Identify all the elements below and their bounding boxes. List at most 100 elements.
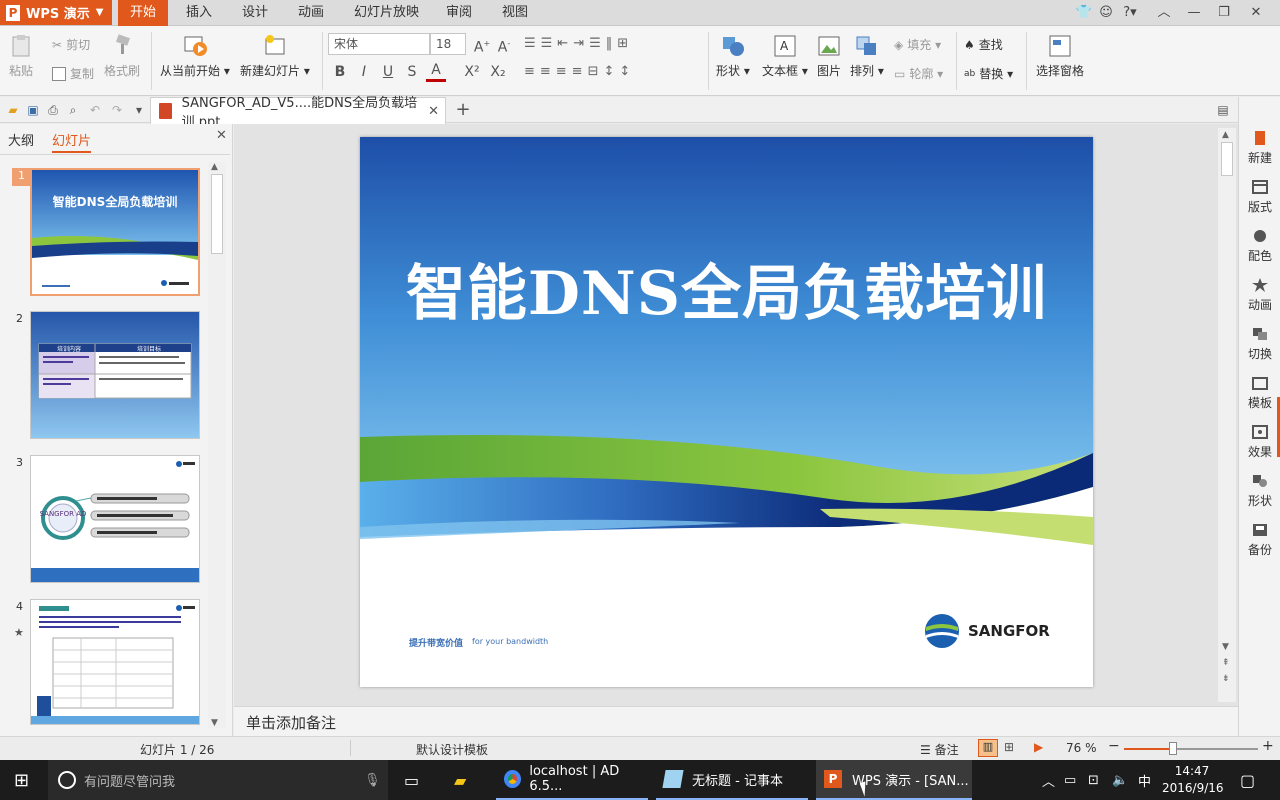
tab-slideshow[interactable]: 幻灯片放映	[342, 0, 431, 26]
taskbar-app-wps[interactable]: P WPS 演示 - [SAN...	[816, 760, 972, 800]
document-tab[interactable]: SANGFOR_AD_V5....能DNS全局负载培训.ppt ✕	[150, 96, 446, 130]
shadow-icon[interactable]: S	[402, 62, 422, 82]
slide-title[interactable]: 智能DNS全局负载培训	[360, 245, 1093, 332]
selection-pane-button[interactable]: 选择窗格	[1036, 34, 1084, 79]
next-slide-icon[interactable]: ⇟	[1222, 674, 1230, 684]
save-icon[interactable]: ▣	[24, 101, 42, 119]
cut-button[interactable]: ✂ 剪切	[52, 36, 90, 53]
wps-app-menu-button[interactable]: P WPS 演示 ▼	[0, 0, 112, 25]
panel-template-button[interactable]: 模板	[1239, 376, 1280, 411]
design-template-label[interactable]: 默认设计模板	[416, 741, 488, 758]
slide-thumbnail-1[interactable]: 智能DNS全局负载培训	[30, 168, 200, 296]
outline-button[interactable]: ▭ 轮廓 ▾	[894, 65, 943, 82]
current-slide[interactable]: 智能DNS全局负载培训 提升带宽价值 for your bandwidth SA…	[360, 137, 1093, 687]
undo-icon[interactable]: ↶	[86, 101, 104, 119]
zoom-in-icon[interactable]: +	[1262, 738, 1274, 754]
shrink-font-icon[interactable]: A-	[494, 34, 514, 56]
show-hidden-icons[interactable]: ︿	[1042, 760, 1055, 800]
taskbar-app-chrome[interactable]: localhost | AD 6.5...	[496, 760, 648, 800]
action-center-icon[interactable]: ▢	[1240, 760, 1255, 800]
grow-font-icon[interactable]: A+	[472, 34, 492, 56]
tab-design[interactable]: 设计	[230, 0, 280, 26]
replace-button[interactable]: ab 替换 ▾	[964, 65, 1013, 82]
tab-home[interactable]: 开始	[118, 0, 169, 26]
panel-effects-button[interactable]: 效果	[1239, 425, 1280, 460]
taskbar-app-notepad[interactable]: 无标题 - 记事本	[656, 760, 808, 800]
quick-access-dropdown-icon[interactable]: ▾	[130, 101, 148, 119]
collapse-ribbon-icon[interactable]: ︿	[1152, 2, 1176, 24]
superscript-icon[interactable]: X²	[462, 62, 482, 82]
picture-button[interactable]: 图片	[816, 34, 842, 79]
tab-review[interactable]: 审阅	[434, 0, 484, 26]
close-panel-icon[interactable]: ✕	[216, 128, 227, 143]
font-color-icon[interactable]: A	[426, 62, 446, 82]
slide-thumbnail-4[interactable]	[30, 599, 200, 725]
sorter-view-icon[interactable]: ⊞	[1004, 740, 1014, 754]
slide-thumbnail-3[interactable]: SANGFOR AD	[30, 455, 200, 583]
tab-outline[interactable]: 大纲	[8, 130, 34, 149]
tab-view[interactable]: 视图	[490, 0, 540, 26]
open-folder-icon[interactable]: ▰	[4, 101, 22, 119]
tab-animation[interactable]: 动画	[286, 0, 336, 26]
tab-slides[interactable]: 幻灯片	[52, 130, 92, 153]
tab-insert[interactable]: 插入	[174, 0, 224, 26]
play-from-current-button[interactable]: 从当前开始 ▾	[160, 34, 230, 79]
help-icon[interactable]: ?▾	[1118, 2, 1142, 24]
file-explorer-icon[interactable]: ▰	[454, 760, 466, 800]
paragraph-align-icons[interactable]: ≡≡≡≡⊟↕↕	[524, 64, 704, 82]
ime-indicator[interactable]: 中	[1138, 760, 1151, 800]
scroll-up-icon[interactable]: ▲	[211, 162, 218, 172]
zoom-slider-thumb[interactable]	[1169, 742, 1177, 755]
close-window-icon[interactable]: ✕	[1244, 2, 1268, 24]
scroll-thumb[interactable]	[1221, 142, 1233, 176]
slide-thumbnail-2[interactable]: 培训内容 培训目标	[30, 311, 200, 439]
microphone-icon[interactable]: 🎙	[364, 773, 381, 788]
font-name-select[interactable]: 宋体	[328, 33, 430, 55]
textbox-button[interactable]: A 文本框 ▾	[762, 34, 808, 79]
paragraph-list-icons[interactable]: ☰☰⇤⇥☰‖⊞	[524, 36, 704, 54]
print-icon[interactable]: ⎙	[44, 101, 62, 119]
taskbar-clock[interactable]: 14:47 2016/9/16	[1162, 763, 1224, 797]
normal-view-icon[interactable]: ▥	[978, 739, 998, 757]
bold-icon[interactable]: B	[330, 62, 350, 82]
slideshow-view-icon[interactable]: ▶	[1034, 740, 1043, 754]
copy-button[interactable]: 复制	[52, 65, 94, 82]
user-icon[interactable]: ☺	[1094, 2, 1118, 24]
skin-icon[interactable]: 👕	[1072, 2, 1096, 24]
font-size-select[interactable]: 18	[430, 33, 466, 55]
zoom-out-icon[interactable]: −	[1108, 738, 1120, 754]
panel-layout-button[interactable]: 版式	[1239, 180, 1280, 215]
close-tab-icon[interactable]: ✕	[428, 104, 439, 119]
redo-icon[interactable]: ↷	[108, 101, 126, 119]
canvas-scrollbar[interactable]: ▲ ▼ ⇞ ⇟	[1218, 128, 1236, 702]
panel-animation-button[interactable]: 动画	[1239, 278, 1280, 313]
scroll-down-icon[interactable]: ▼	[211, 718, 218, 728]
taskbar-search[interactable]: 有问题尽管问我 🎙	[48, 760, 388, 800]
panel-shape-button[interactable]: 形状	[1239, 474, 1280, 509]
arrange-button[interactable]: 排列 ▾	[850, 34, 884, 79]
scroll-thumb[interactable]	[211, 174, 223, 254]
task-view-icon[interactable]: ▭	[404, 760, 419, 800]
tab-list-icon[interactable]: ▤	[1214, 101, 1232, 119]
scroll-down-icon[interactable]: ▼	[1222, 642, 1229, 652]
shape-button[interactable]: 形状 ▾	[716, 34, 750, 79]
panel-transition-button[interactable]: 切换	[1239, 327, 1280, 362]
windows-start-icon[interactable]: ⊞	[14, 760, 29, 800]
underline-icon[interactable]: U	[378, 62, 398, 82]
panel-color-button[interactable]: 配色	[1239, 229, 1280, 264]
new-tab-icon[interactable]: +	[454, 101, 472, 119]
italic-icon[interactable]: I	[354, 62, 374, 82]
fill-button[interactable]: ◈ 填充 ▾	[894, 36, 941, 53]
notes-area[interactable]: 单击添加备注	[234, 706, 1238, 736]
notes-toggle[interactable]: ☰ 备注	[920, 741, 959, 758]
prev-slide-icon[interactable]: ⇞	[1222, 658, 1230, 668]
slides-scrollbar[interactable]: ▲ ▼	[208, 162, 226, 728]
print-preview-icon[interactable]: ⌕	[64, 101, 82, 119]
zoom-level[interactable]: 76 %	[1066, 741, 1097, 755]
new-slide-button[interactable]: 新建幻灯片 ▾	[240, 34, 310, 79]
battery-icon[interactable]: ▭	[1064, 760, 1076, 800]
subscript-icon[interactable]: X₂	[488, 62, 508, 82]
find-button[interactable]: ♠ 查找	[964, 36, 1003, 53]
minimize-icon[interactable]: —	[1182, 2, 1206, 24]
panel-new-button[interactable]: 新建	[1239, 131, 1280, 166]
